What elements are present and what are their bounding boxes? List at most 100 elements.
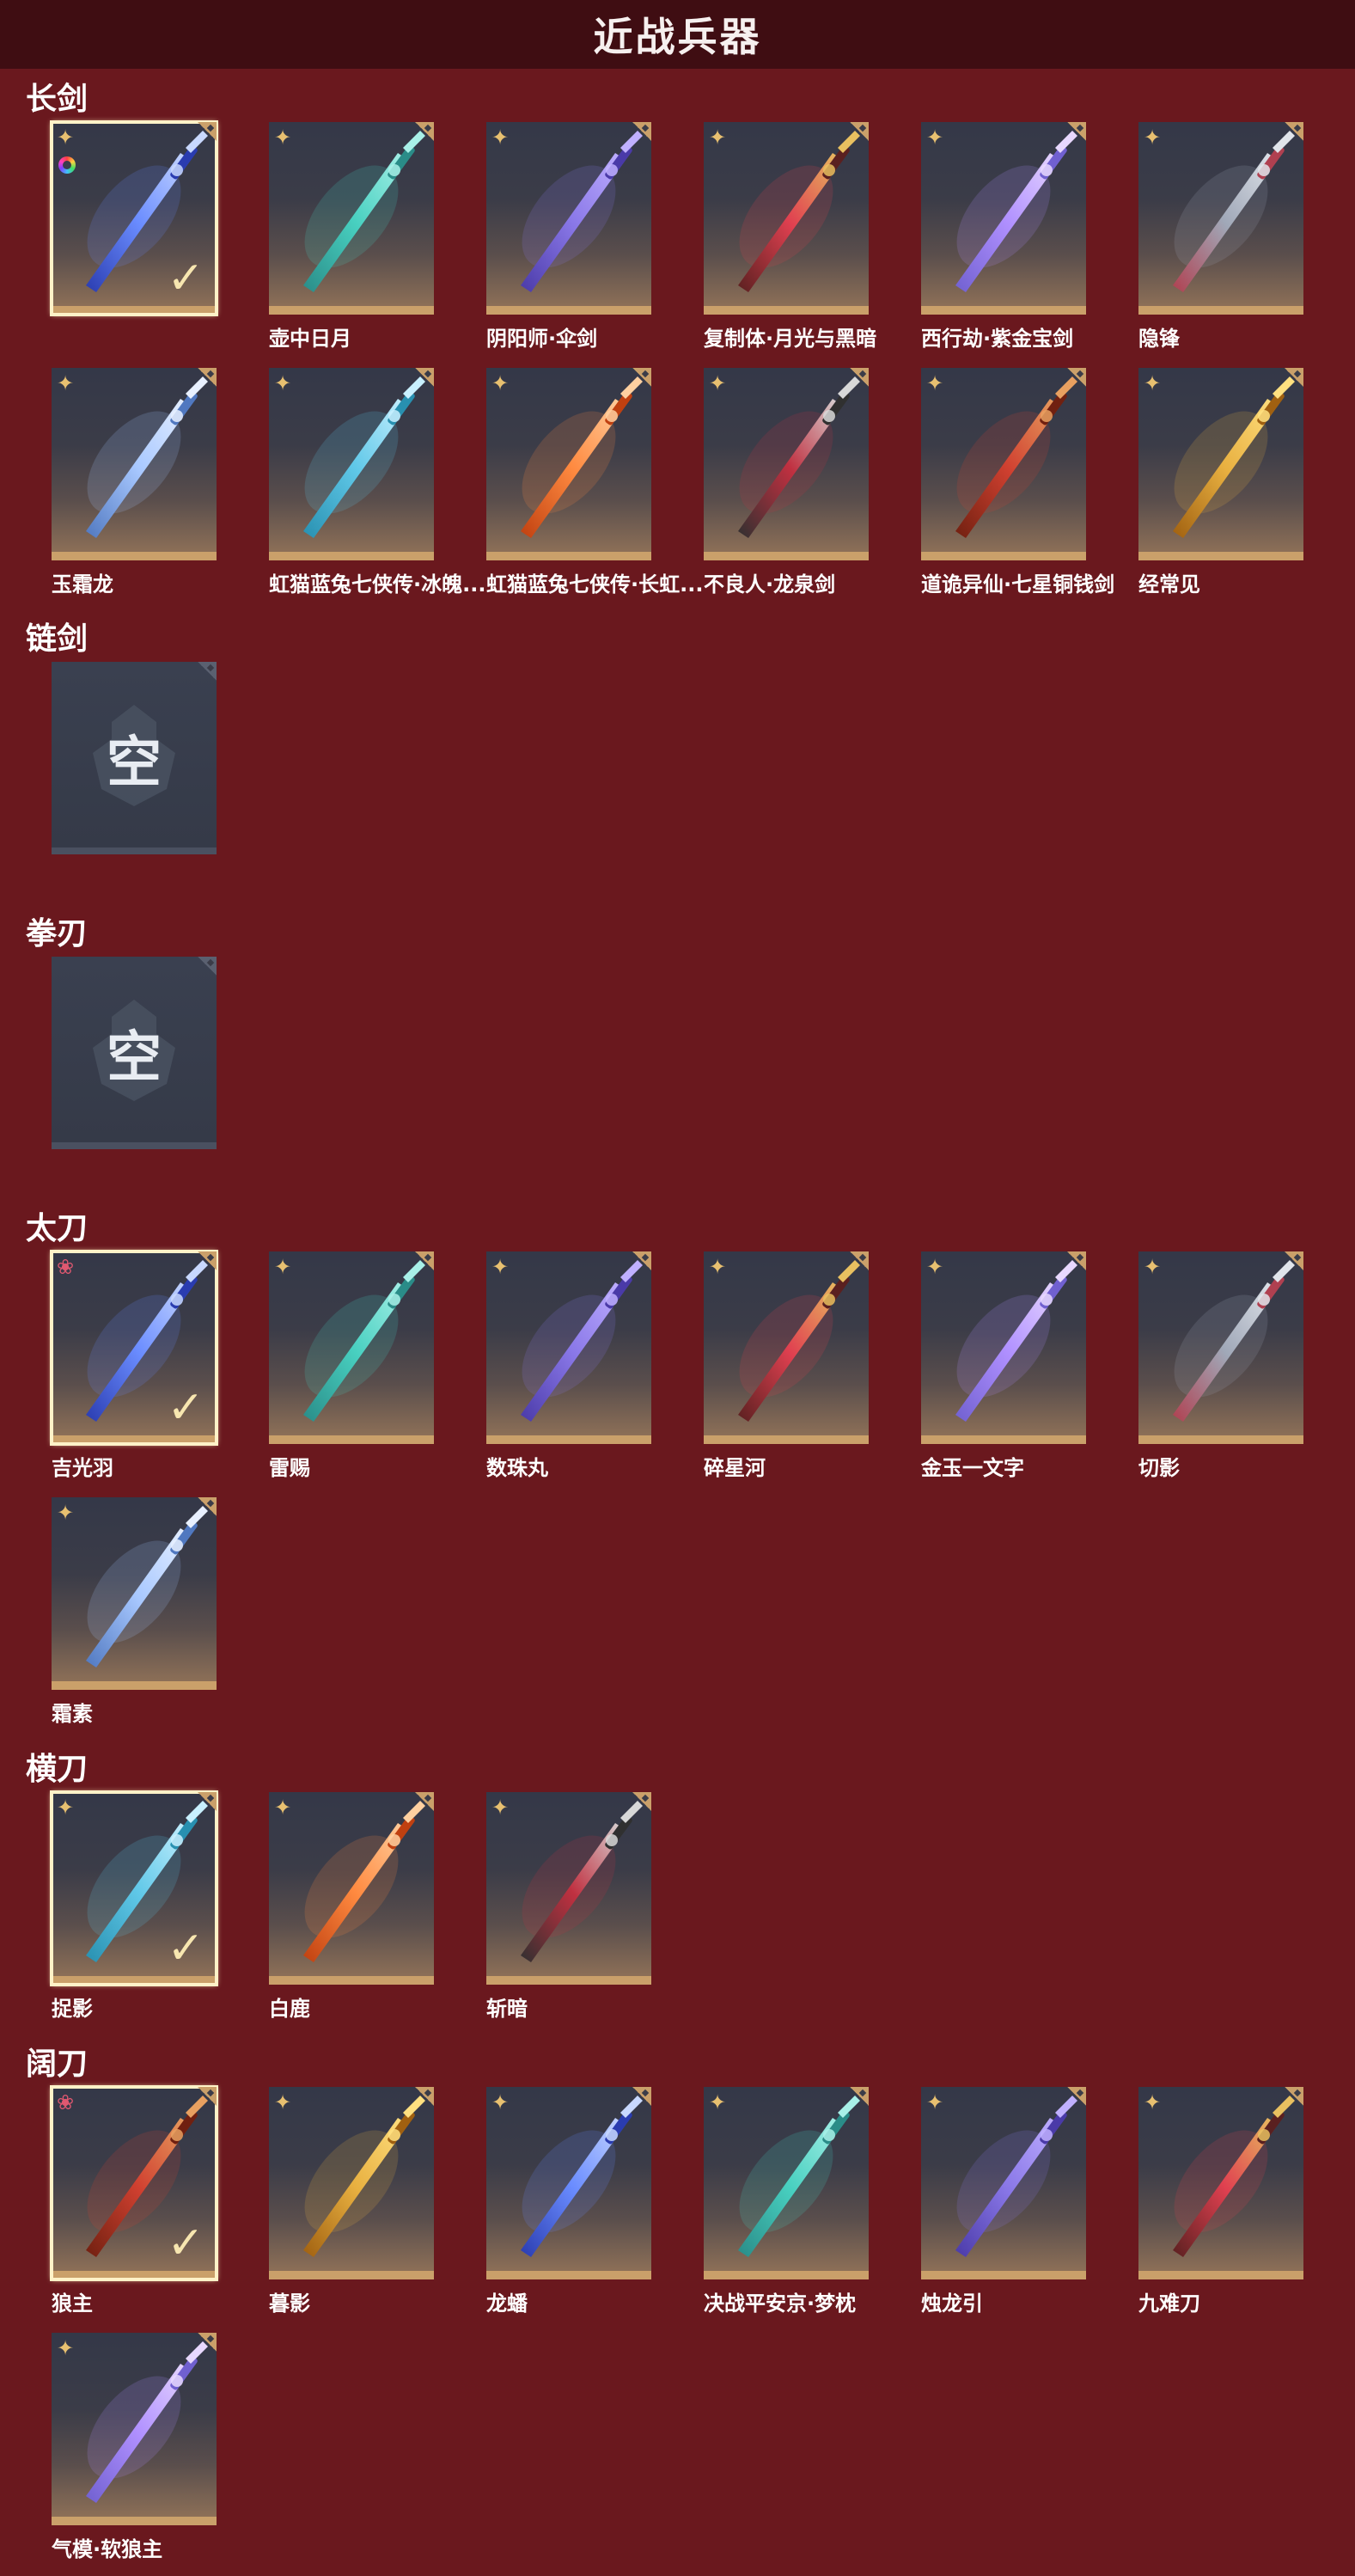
section-title-saber: 横刀 <box>26 1752 89 1787</box>
weapon-card[interactable]: ✦ ✓ 捉影 <box>50 1790 218 2021</box>
four-point-star-icon: ✦ <box>57 1501 75 1525</box>
weapon-image <box>303 1801 425 1962</box>
four-point-star-icon: ✦ <box>1144 1255 1162 1279</box>
section-title-broadblade: 阔刀 <box>26 2047 89 2082</box>
corner-mark-icon <box>415 368 434 387</box>
four-point-star-icon: ✦ <box>1144 125 1162 150</box>
weapon-card[interactable]: ✦ 九难刀 <box>1138 2087 1303 2316</box>
weapon-card[interactable]: ✦ 龙蟠 <box>486 2087 651 2316</box>
weapon-card[interactable]: ✦ 白鹿 <box>269 1792 434 2021</box>
flower-icon: ❀ <box>57 1255 75 1279</box>
weapon-name: 龙蟠 <box>486 2291 528 2316</box>
weapon-name: 切影 <box>1138 1456 1180 1480</box>
weapon-name: 决战平安京·梦枕 <box>704 2291 857 2316</box>
weapon-image <box>955 376 1077 538</box>
four-point-star-icon: ✦ <box>926 1255 944 1279</box>
weapon-card[interactable]: ✦ 碎星河 <box>704 1251 869 1480</box>
weapon-card[interactable]: ❀ ✓ 吉光羽 <box>50 1250 218 1480</box>
weapon-image <box>738 376 860 538</box>
weapon-name: 霜素 <box>52 1702 93 1726</box>
corner-mark-icon <box>850 1251 869 1270</box>
empty-label: 空 <box>107 731 162 795</box>
weapon-card[interactable]: ✦ 金玉一文字 <box>921 1251 1086 1480</box>
weapon-card[interactable]: ✦ 暮影 <box>269 2087 434 2316</box>
weapon-name: 吉光羽 <box>52 1456 113 1480</box>
weapon-card[interactable]: ✦ 切影 <box>1138 1251 1303 1480</box>
weapon-image <box>303 131 425 292</box>
page-header: 近战兵器 <box>0 0 1355 69</box>
weapon-name: 壶中日月 <box>269 327 351 351</box>
weapon-card[interactable]: ✦ 虹猫蓝兔七侠传·冰魄... <box>269 368 485 597</box>
weapon-name: 气模·软狼主 <box>52 2537 163 2561</box>
corner-mark-icon <box>198 122 217 141</box>
weapon-slot-empty[interactable]: 空 <box>52 662 217 856</box>
weapon-image <box>738 1260 860 1422</box>
weapon-image <box>521 376 643 538</box>
weapon-image <box>955 131 1077 292</box>
weapon-slot-empty[interactable]: 空 <box>52 957 217 1151</box>
corner-mark-icon <box>198 2333 217 2352</box>
corner-mark-icon <box>415 2087 434 2106</box>
weapon-name: 隐锋 <box>1138 327 1180 351</box>
corner-mark-icon <box>1285 2087 1303 2106</box>
corner-mark-icon <box>198 2087 217 2106</box>
weapon-card[interactable]: ✦ 虹猫蓝兔七侠传·长虹... <box>486 368 703 597</box>
corner-mark-icon <box>415 1251 434 1270</box>
weapon-card[interactable]: ✦ 道诡异仙·七星铜钱剑 <box>921 368 1114 597</box>
weapon-image <box>303 376 425 538</box>
weapon-card[interactable]: ✦ 斩暗 <box>486 1792 651 2021</box>
weapon-name: 阴阳师·伞剑 <box>486 327 598 351</box>
weapon-image <box>738 131 860 292</box>
four-point-star-icon: ✦ <box>57 1796 75 1820</box>
weapon-name: 暮影 <box>269 2291 310 2316</box>
weapon-card[interactable]: ✦ 西行劫·紫金宝剑 <box>921 122 1086 351</box>
weapon-image <box>521 1260 643 1422</box>
corner-mark-icon <box>632 2087 651 2106</box>
weapon-card[interactable]: ✦ 烛龙引 <box>921 2087 1086 2316</box>
weapon-card[interactable]: ✦ 气模·软狼主 <box>52 2333 217 2561</box>
weapon-card[interactable]: ✦ ✓ <box>50 120 218 316</box>
weapon-card[interactable]: ✦ 决战平安京·梦枕 <box>704 2087 869 2316</box>
weapon-image <box>303 2096 425 2257</box>
corner-mark-icon <box>1067 1251 1086 1270</box>
weapon-card[interactable]: ✦ 不良人·龙泉剑 <box>704 368 869 597</box>
weapon-card[interactable]: ✦ 壶中日月 <box>269 122 434 351</box>
four-point-star-icon: ✦ <box>491 2090 510 2114</box>
corner-mark-icon <box>198 662 217 681</box>
corner-mark-icon <box>632 122 651 141</box>
weapon-image <box>1173 2096 1295 2257</box>
weapon-name: 玉霜龙 <box>52 572 113 597</box>
section-title-fist-blade: 拳刃 <box>26 916 89 951</box>
weapon-card[interactable]: ✦ 复制体·月光与黑暗 <box>704 122 876 351</box>
checkmark-icon: ✓ <box>167 253 204 304</box>
four-point-star-icon: ✦ <box>274 1255 292 1279</box>
weapon-card[interactable]: ✦ 雷赐 <box>269 1251 434 1480</box>
weapon-name: 捉影 <box>52 1997 93 2021</box>
weapon-card[interactable]: ✦ 隐锋 <box>1138 122 1303 351</box>
four-point-star-icon: ✦ <box>491 371 510 395</box>
empty-label: 空 <box>107 1026 162 1090</box>
weapon-card[interactable]: ✦ 玉霜龙 <box>52 368 217 597</box>
weapon-card[interactable]: ✦ 霜素 <box>52 1497 217 1726</box>
weapon-name: 复制体·月光与黑暗 <box>704 327 877 351</box>
weapon-card[interactable]: ✦ 阴阳师·伞剑 <box>486 122 651 351</box>
checkmark-icon: ✓ <box>167 2218 204 2269</box>
corner-mark-icon <box>1285 368 1303 387</box>
weapon-image <box>521 1801 643 1962</box>
weapon-card[interactable]: ❀ ✓ 狼主 <box>50 2085 218 2316</box>
weapon-card[interactable]: ✦ 经常见 <box>1138 368 1303 597</box>
four-point-star-icon: ✦ <box>274 371 292 395</box>
weapon-name: 斩暗 <box>486 1997 528 2021</box>
checkmark-icon: ✓ <box>167 1382 204 1434</box>
page-title: 近战兵器 <box>593 14 762 60</box>
weapon-name: 虹猫蓝兔七侠传·冰魄... <box>269 572 486 597</box>
four-point-star-icon: ✦ <box>491 125 510 150</box>
four-point-star-icon: ✦ <box>57 2336 75 2360</box>
corner-mark-icon <box>850 368 869 387</box>
four-point-star-icon: ✦ <box>491 1796 510 1820</box>
corner-mark-icon <box>198 368 217 387</box>
weapon-card[interactable]: ✦ 数珠丸 <box>486 1251 651 1480</box>
four-point-star-icon: ✦ <box>491 1255 510 1279</box>
corner-mark-icon <box>1067 368 1086 387</box>
four-point-star-icon: ✦ <box>926 2090 944 2114</box>
